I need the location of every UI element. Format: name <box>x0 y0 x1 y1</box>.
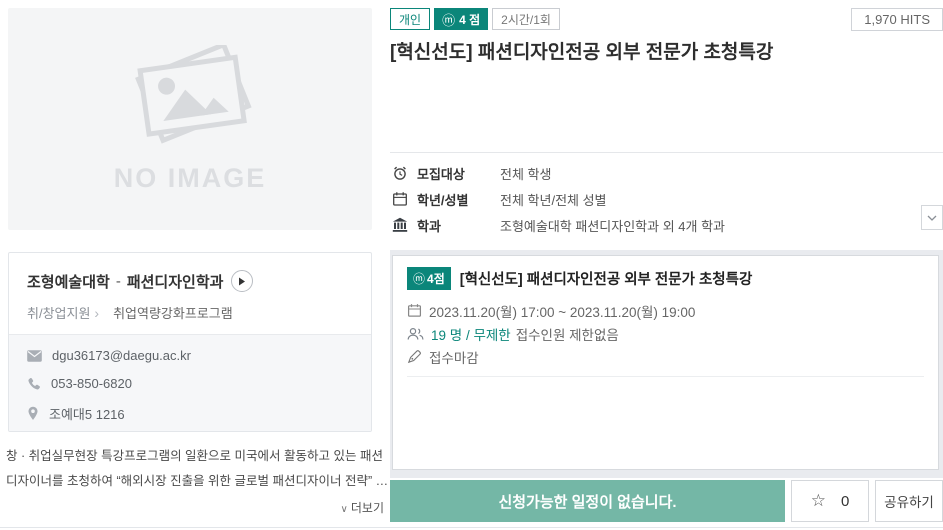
contact-phone: 053-850-6820 <box>51 376 132 391</box>
badge-mileage-label: 4 점 <box>459 11 480 28</box>
pen-icon <box>407 349 422 364</box>
schedule-title: [혁신선도] 패션디자인전공 외부 전문가 초청특강 <box>460 268 753 289</box>
show-more-link[interactable]: ∨더보기 <box>6 499 384 516</box>
mileage-icon: ⓜ <box>413 270 425 287</box>
contact-email: dgu36173@daegu.ac.kr <box>52 348 191 363</box>
contact-phone-row: 053-850-6820 <box>27 376 353 391</box>
mail-icon <box>27 350 42 362</box>
chevron-down-icon <box>927 215 937 221</box>
info-divider <box>390 152 943 153</box>
phone-icon <box>27 377 41 391</box>
description-line: 창 · 취업실무현장 특강프로그램의 일환으로 미국에서 활동하고 있는 패션 <box>6 444 384 469</box>
schedule-enrollment-note: 접수인원 제한없음 <box>516 324 619 344</box>
chevron-down-icon: ∨ <box>341 504 348 515</box>
calendar-icon <box>407 303 422 318</box>
favorite-count: 0 <box>841 493 849 510</box>
info-label: 학년/성별 <box>417 190 500 209</box>
share-button[interactable]: 공유하기 <box>875 480 943 522</box>
calendar-icon <box>392 191 408 207</box>
schedule-card-empty-area <box>407 377 924 487</box>
college-name: 조형예술대학 <box>27 271 110 292</box>
users-icon <box>407 327 424 341</box>
photo-icon <box>120 45 260 149</box>
schedule-card[interactable]: ⓜ 4점 [혁신선도] 패션디자인전공 외부 전문가 초청특강 2023.11.… <box>392 255 939 470</box>
schedule-mileage-badge: ⓜ 4점 <box>407 267 451 290</box>
org-detail-play-button[interactable] <box>231 270 253 292</box>
schedule-enrollment: 19 명 / 무제한 <box>431 324 511 344</box>
no-image-label: NO IMAGE <box>114 163 267 194</box>
info-label: 모집대상 <box>417 164 500 183</box>
organization-card: 조형예술대학 - 패션디자인학과 취/창업지원 › 취업역량강화프로그램 <box>8 252 372 432</box>
contact-location: 조예대5 1216 <box>49 404 125 423</box>
info-value: 전체 학년/전체 성별 <box>500 190 607 209</box>
breadcrumb-chevron-icon: › <box>94 305 99 321</box>
schedule-capacity-row: 19 명 / 무제한 접수인원 제한없음 <box>407 322 924 345</box>
info-row-grade-gender: 학년/성별 전체 학년/전체 성별 <box>392 186 943 212</box>
college-dept-separator: - <box>116 273 121 290</box>
program-detail-page: NO IMAGE 조형예술대학 - 패션디자인학과 취/창업지원 › 취업역량강… <box>0 0 943 530</box>
department-name: 패션디자인학과 <box>127 271 224 292</box>
map-pin-icon <box>27 406 39 421</box>
badge-duration: 2시간/1회 <box>492 8 560 30</box>
schedule-date: 2023.11.20(월) 17:00 ~ 2023.11.20(월) 19:0… <box>429 301 695 321</box>
program-category: 취/창업지원 <box>27 303 90 322</box>
action-bar: 신청가능한 일정이 없습니다. ☆ 0 공유하기 <box>390 480 943 522</box>
program-description: 창 · 취업실무현장 특강프로그램의 일환으로 미국에서 활동하고 있는 패션 … <box>6 444 384 516</box>
schedule-status: 접수마감 <box>429 347 479 367</box>
schedule-status-row: 접수마감 <box>407 345 924 368</box>
mileage-icon: ⓜ <box>442 10 455 29</box>
department-expand-button[interactable] <box>921 205 943 230</box>
program-info-list: 모집대상 전체 학생 학년/성별 전체 학년/전체 성별 <box>392 160 943 238</box>
badge-personal: 개인 <box>390 8 430 30</box>
info-value: 조형예술대학 패션디자인학과 외 4개 학과 <box>500 216 725 235</box>
play-icon <box>238 277 246 286</box>
program-main-panel: 개인 ⓜ 4 점 2시간/1회 1,970 HITS [혁신선도] 패션디자인전… <box>390 0 943 530</box>
hits-counter: 1,970 HITS <box>851 8 943 31</box>
show-more-label: 더보기 <box>351 501 384 515</box>
badge-row: 개인 ⓜ 4 점 2시간/1회 <box>390 8 560 30</box>
info-label: 학과 <box>417 216 500 235</box>
alarm-clock-icon <box>392 165 408 181</box>
page-title: [혁신선도] 패션디자인전공 외부 전문가 초청특강 <box>390 37 773 64</box>
info-row-department: 학과 조형예술대학 패션디자인학과 외 4개 학과 <box>392 212 943 238</box>
program-image-placeholder: NO IMAGE <box>8 8 372 230</box>
description-line: 디자이너를 초청하여 “해외시장 진출을 위한 글로벌 패션디자이너 전략” … <box>6 469 384 494</box>
badge-mileage: ⓜ 4 점 <box>434 8 488 30</box>
schedule-date-row: 2023.11.20(월) 17:00 ~ 2023.11.20(월) 19:0… <box>407 299 924 322</box>
contact-location-row: 조예대5 1216 <box>27 404 353 423</box>
apply-disabled-button[interactable]: 신청가능한 일정이 없습니다. <box>390 480 785 522</box>
info-row-target: 모집대상 전체 학생 <box>392 160 943 186</box>
schedule-badge-label: 4점 <box>427 270 445 287</box>
org-contact-section: dgu36173@daegu.ac.kr 053-850-6820 조예대5 1… <box>9 334 371 432</box>
program-type: 취업역량강화프로그램 <box>113 303 233 322</box>
contact-email-row: dgu36173@daegu.ac.kr <box>27 348 353 363</box>
star-icon: ☆ <box>811 491 826 511</box>
university-icon <box>392 217 408 233</box>
info-value: 전체 학생 <box>500 164 551 183</box>
favorite-button[interactable]: ☆ 0 <box>791 480 869 522</box>
schedule-panel: ⓜ 4점 [혁신선도] 패션디자인전공 외부 전문가 초청특강 2023.11.… <box>390 250 943 478</box>
